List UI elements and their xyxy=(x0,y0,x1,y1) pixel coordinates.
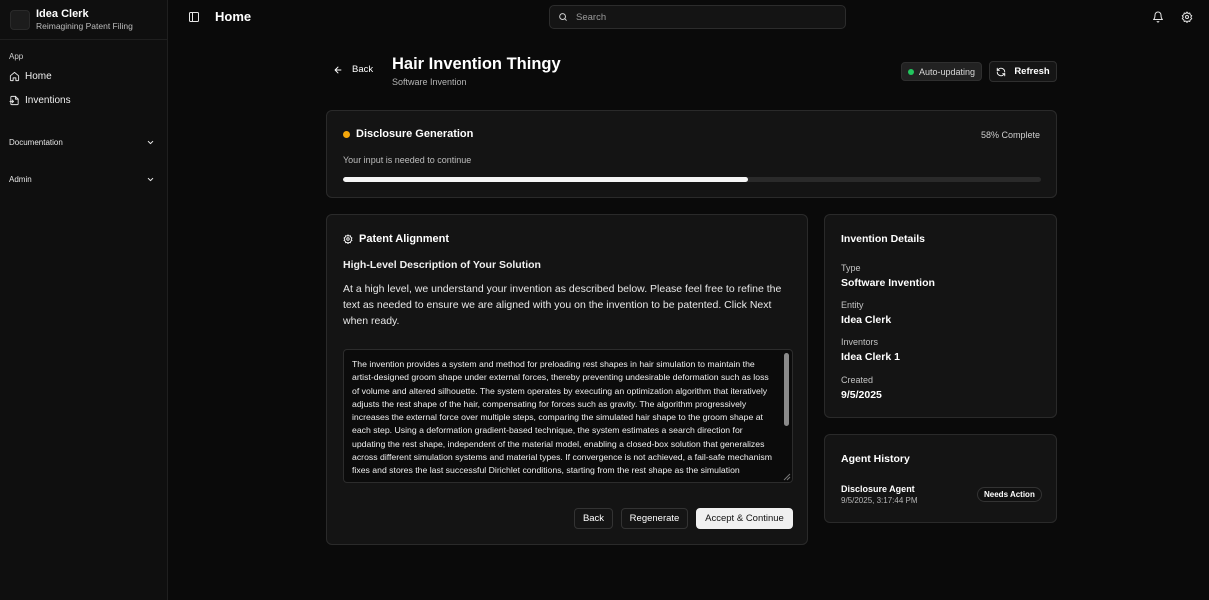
alignment-header: Patent Alignment xyxy=(343,233,449,245)
file-import-icon xyxy=(9,95,19,105)
back-label: Back xyxy=(352,64,374,75)
progress-bar xyxy=(343,177,1041,182)
sidebar-group-admin[interactable]: Admin xyxy=(0,161,167,198)
agent-history-card: Agent History Disclosure Agent 9/5/2025,… xyxy=(824,434,1057,523)
page-title: Home xyxy=(215,9,252,24)
detail-label-created: Created xyxy=(841,375,874,385)
alignment-subtitle: High-Level Description of Your Solution xyxy=(343,259,541,271)
history-agent-name[interactable]: Disclosure Agent xyxy=(841,484,915,494)
brand[interactable]: Idea Clerk Reimagining Patent Filing xyxy=(0,0,167,40)
status-label: Auto-updating xyxy=(919,66,976,77)
back-link[interactable]: Back xyxy=(333,64,373,75)
sidebar-item-home[interactable]: Home xyxy=(0,64,167,88)
bell-icon[interactable] xyxy=(1152,11,1164,23)
search-box[interactable] xyxy=(549,5,846,29)
invention-title: Hair Invention Thingy xyxy=(392,55,561,73)
details-title: Invention Details xyxy=(841,233,926,245)
alignment-description: At a high level, we understand your inve… xyxy=(343,283,782,327)
history-title: Agent History xyxy=(841,453,910,465)
topbar: Home xyxy=(168,0,1209,34)
refresh-button[interactable]: Refresh xyxy=(989,61,1057,82)
regenerate-button[interactable]: Regenerate xyxy=(621,508,688,529)
brand-title: Idea Clerk xyxy=(36,7,89,20)
solution-textarea[interactable]: The invention provides a system and meth… xyxy=(343,349,793,483)
scrollbar[interactable] xyxy=(783,353,790,477)
status-dot-icon xyxy=(908,68,914,75)
patent-alignment-card: Patent Alignment High-Level Description … xyxy=(326,214,808,545)
detail-value-type: Software Invention xyxy=(841,277,935,289)
invention-details-card: Invention Details Type Software Inventio… xyxy=(824,214,1057,418)
sidebar-group-label: Documentation xyxy=(9,138,63,147)
sidebar-toggle-icon[interactable] xyxy=(188,11,200,23)
progress-title: Disclosure Generation xyxy=(356,128,474,140)
auto-updating-badge: Auto-updating xyxy=(901,62,983,81)
back-button[interactable]: Back xyxy=(574,508,613,529)
sidebar-group-app: App xyxy=(9,52,24,61)
detail-label-entity: Entity xyxy=(841,300,864,310)
accept-continue-button[interactable]: Accept & Continue xyxy=(696,508,793,529)
status-dot-icon xyxy=(343,131,350,138)
progress-card: Disclosure Generation 58% Complete Your … xyxy=(326,110,1057,198)
gear-icon xyxy=(343,234,353,244)
detail-label-type: Type xyxy=(841,263,861,273)
chevron-down-icon xyxy=(147,140,154,145)
gear-icon[interactable] xyxy=(1181,11,1193,23)
detail-value-inventors: Idea Clerk 1 xyxy=(841,351,900,363)
refresh-icon xyxy=(997,67,1006,76)
sidebar: Idea Clerk Reimagining Patent Filing App… xyxy=(0,0,168,600)
alignment-title: Patent Alignment xyxy=(359,233,450,245)
history-timestamp: 9/5/2025, 3:17:44 PM xyxy=(841,496,918,505)
detail-value-entity: Idea Clerk xyxy=(841,314,892,326)
search-icon xyxy=(559,13,567,21)
scrollbar-thumb[interactable] xyxy=(784,353,789,426)
chevron-down-icon xyxy=(147,177,154,182)
sidebar-group-label: Admin xyxy=(9,175,32,184)
progress-message: Your input is needed to continue xyxy=(343,155,472,165)
refresh-label: Refresh xyxy=(1014,66,1050,77)
sidebar-item-label: Inventions xyxy=(25,94,71,106)
detail-label-inventors: Inventors xyxy=(841,337,879,347)
invention-subtitle: Software Invention xyxy=(392,77,467,87)
home-icon xyxy=(9,71,20,81)
status-badge: Needs Action xyxy=(977,487,1042,502)
arrow-left-icon xyxy=(334,66,342,73)
search-input[interactable] xyxy=(576,11,826,23)
resize-handle-icon[interactable] xyxy=(783,473,791,481)
brand-subtitle: Reimagining Patent Filing xyxy=(36,20,133,31)
sidebar-item-inventions[interactable]: Inventions xyxy=(0,88,167,112)
progress-bar-fill xyxy=(343,177,748,182)
sidebar-item-label: Home xyxy=(25,70,52,82)
sidebar-group-documentation[interactable]: Documentation xyxy=(0,124,167,161)
brand-logo-icon xyxy=(10,9,30,30)
solution-text[interactable]: The invention provides a system and meth… xyxy=(352,358,772,477)
detail-value-created: 9/5/2025 xyxy=(841,389,882,401)
progress-percent: 58% Complete xyxy=(980,130,1040,140)
